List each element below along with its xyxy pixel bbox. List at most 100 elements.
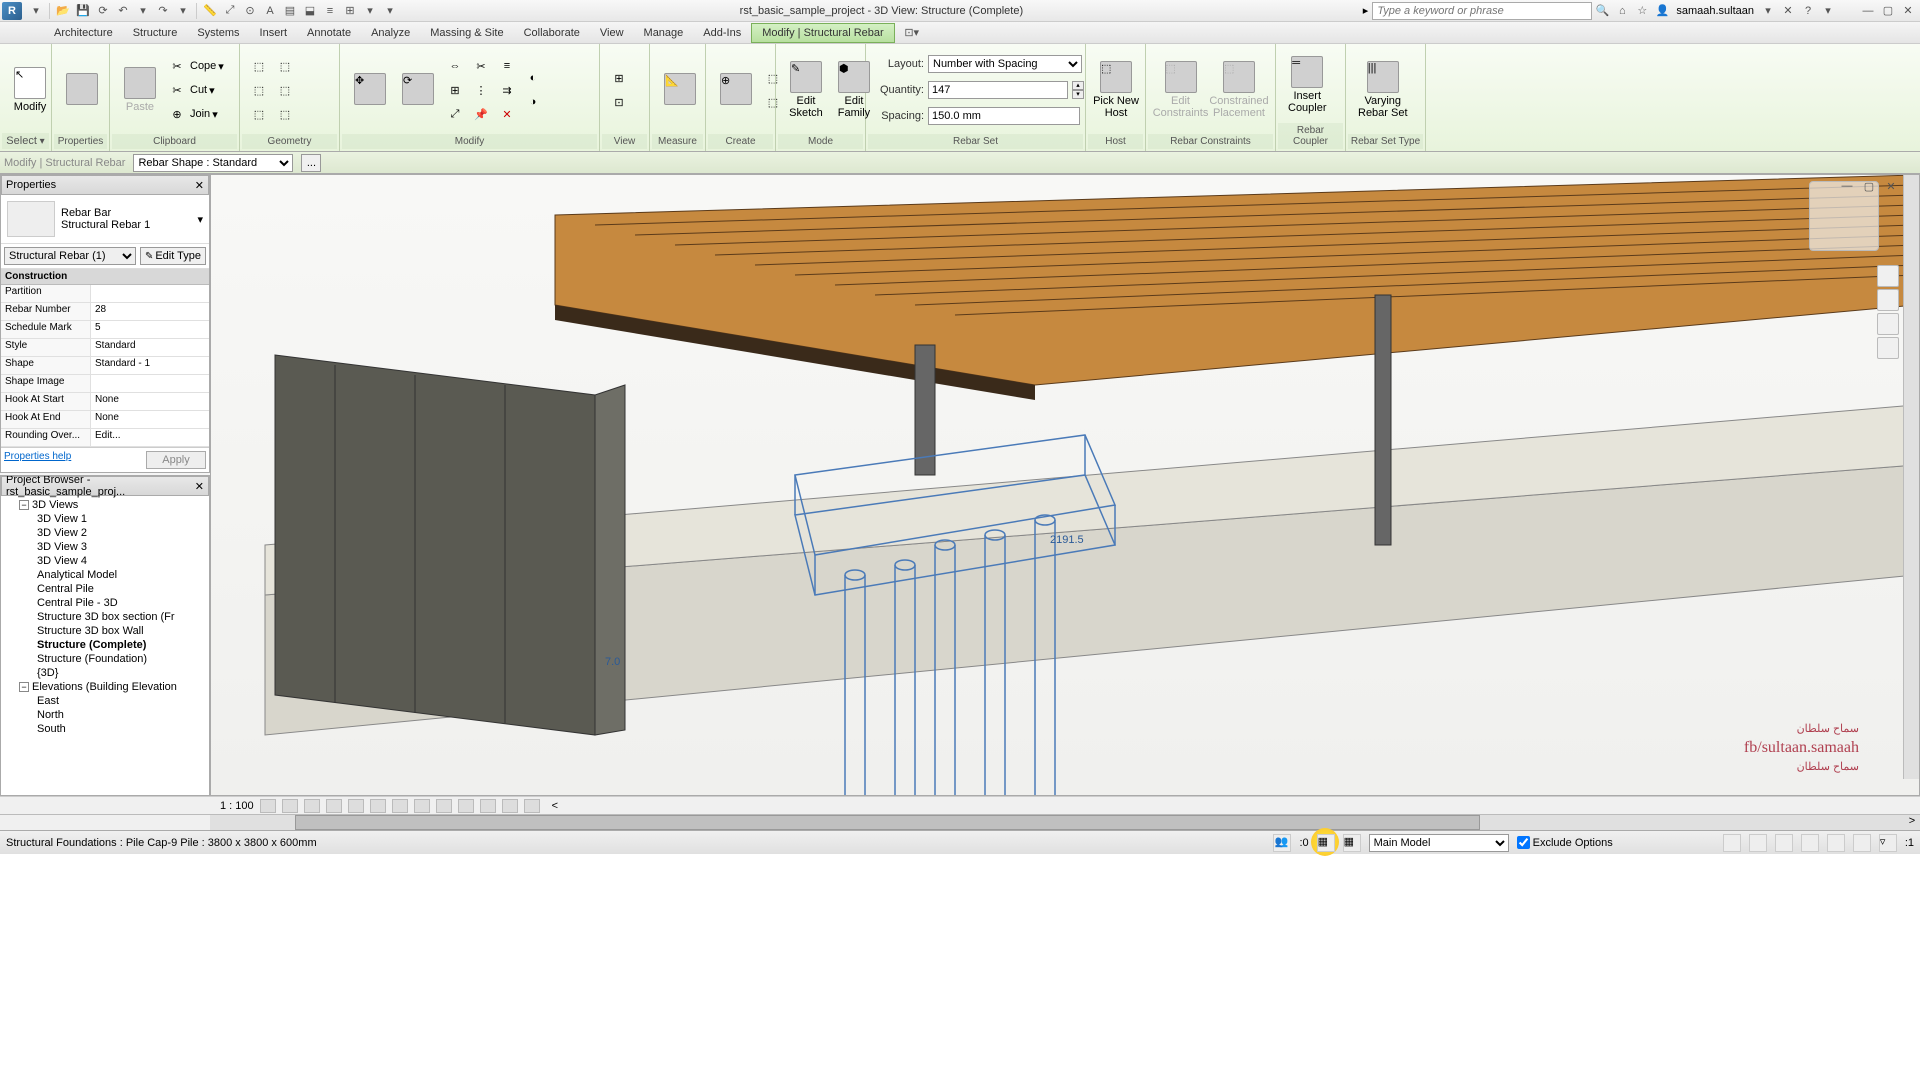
vertical-scrollbar[interactable] (1903, 175, 1919, 779)
close-button[interactable]: ✕ (1899, 2, 1917, 20)
edit-sketch-button[interactable]: ✎Edit Sketch (784, 57, 828, 123)
tree-view-item[interactable]: {3D} (3, 666, 207, 680)
orbit-icon[interactable] (1877, 337, 1899, 359)
properties-header[interactable]: Properties✕ (1, 175, 209, 195)
quantity-spinner[interactable]: ▴▾ (1072, 81, 1084, 99)
scale-button[interactable]: ⤢ (444, 103, 466, 125)
move-button[interactable]: ✥ (348, 69, 392, 111)
cope-button[interactable]: ✂ (166, 55, 188, 77)
horizontal-scrollbar[interactable]: > (0, 814, 1920, 830)
quantity-input[interactable] (928, 81, 1068, 99)
scale-btn[interactable] (260, 799, 276, 813)
undo-dropdown[interactable]: ▾ (134, 2, 152, 20)
join-button[interactable]: ⊕ (166, 103, 188, 125)
close-windows-icon[interactable]: ⊞ (341, 2, 359, 20)
tab-modify-rebar[interactable]: Modify | Structural Rebar (751, 23, 894, 43)
property-row[interactable]: Rebar Number28 (1, 303, 209, 321)
editable-only-icon[interactable]: ▦ (1317, 834, 1335, 852)
pick-new-host-button[interactable]: ⬚Pick New Host (1094, 57, 1138, 123)
tree-view-item[interactable]: Structure 3D box Wall (3, 624, 207, 638)
geom-btn-3[interactable]: ⬚ (248, 103, 270, 125)
property-row[interactable]: Partition (1, 285, 209, 303)
redo-icon[interactable]: ↷ (154, 2, 172, 20)
sync-icon[interactable]: ⟳ (94, 2, 112, 20)
tree-elevations[interactable]: −Elevations (Building Elevation (3, 680, 207, 694)
app-menu-dropdown[interactable]: ▾ (27, 2, 45, 20)
favorite-icon[interactable]: ☆ (1633, 2, 1651, 20)
background-icon[interactable] (1853, 834, 1871, 852)
text-icon[interactable]: A (261, 2, 279, 20)
model-combo[interactable]: Main Model (1369, 834, 1509, 852)
ribbon-expand-icon[interactable]: ⊡▾ (903, 24, 921, 42)
geom-btn-6[interactable]: ⬚ (274, 103, 296, 125)
tab-massing-site[interactable]: Massing & Site (420, 24, 513, 42)
pan-icon[interactable] (1877, 289, 1899, 311)
select-pinned-icon[interactable] (1775, 834, 1793, 852)
hscroll-thumb[interactable] (295, 815, 1481, 830)
tag-icon[interactable]: ⊙ (241, 2, 259, 20)
tab-manage[interactable]: Manage (634, 24, 694, 42)
select-face-icon[interactable] (1801, 834, 1819, 852)
varying-rebar-button[interactable]: |||Varying Rebar Set (1354, 57, 1412, 123)
shape-browse-button[interactable]: ... (301, 154, 321, 172)
section-icon[interactable]: ▤ (281, 2, 299, 20)
detail-level-icon[interactable] (282, 799, 298, 813)
app-logo-icon[interactable]: R (2, 2, 22, 20)
apply-button[interactable]: Apply (146, 451, 206, 469)
view-btn-2[interactable]: ⊡ (608, 91, 630, 113)
signin-icon[interactable]: 👤 (1653, 2, 1671, 20)
default3d-icon[interactable]: ⬓ (301, 2, 319, 20)
browser-header[interactable]: Project Browser - rst_basic_sample_proj.… (1, 476, 209, 496)
analytical-model-icon[interactable] (524, 799, 540, 813)
mirror-button[interactable]: ⇔ (444, 55, 466, 77)
shadows-icon[interactable] (348, 799, 364, 813)
save-icon[interactable]: 💾 (74, 2, 92, 20)
properties-help-link[interactable]: Properties help (4, 451, 71, 469)
scroll-left-icon[interactable]: < (552, 800, 558, 812)
tree-view-item[interactable]: Structure (Complete) (3, 638, 207, 652)
collapse-icon[interactable]: − (19, 682, 29, 692)
tree-elev-item[interactable]: South (3, 722, 207, 736)
tree-view-item[interactable]: 3D View 4 (3, 554, 207, 568)
tree-view-item[interactable]: 3D View 3 (3, 540, 207, 554)
infocenter-arrow-icon[interactable]: ▸ (1363, 4, 1369, 17)
tab-structure[interactable]: Structure (123, 24, 188, 42)
collapse-icon[interactable]: − (19, 500, 29, 510)
property-row[interactable]: ShapeStandard - 1 (1, 357, 209, 375)
geom-btn-1[interactable]: ⬚ (248, 55, 270, 77)
switch-windows-icon[interactable]: ▾ (361, 2, 379, 20)
tree-elev-item[interactable]: North (3, 708, 207, 722)
properties-button[interactable] (60, 69, 104, 111)
view-maximize-icon[interactable]: ▢ (1860, 177, 1878, 195)
tree-3dviews[interactable]: −3D Views (3, 498, 207, 512)
tab-view[interactable]: View (590, 24, 634, 42)
create-button[interactable]: ⊕ (714, 69, 758, 111)
delete-button[interactable]: ✕ (496, 103, 518, 125)
tree-view-item[interactable]: 3D View 1 (3, 512, 207, 526)
minimize-button[interactable]: — (1859, 2, 1877, 20)
tab-systems[interactable]: Systems (187, 24, 249, 42)
crop-icon[interactable] (392, 799, 408, 813)
temp-hide-icon[interactable] (458, 799, 474, 813)
help-dropdown[interactable]: ▾ (1819, 2, 1837, 20)
tree-view-item[interactable]: Structure 3D box section (Fr (3, 610, 207, 624)
worksharing-display-icon[interactable] (502, 799, 518, 813)
steering-wheel-icon[interactable] (1877, 265, 1899, 287)
tab-collaborate[interactable]: Collaborate (514, 24, 590, 42)
drag-elements-icon[interactable] (1827, 834, 1845, 852)
spacing-input[interactable] (928, 107, 1080, 125)
property-row[interactable]: Schedule Mark5 (1, 321, 209, 339)
geom-btn-5[interactable]: ⬚ (274, 79, 296, 101)
tree-view-item[interactable]: 3D View 2 (3, 526, 207, 540)
trim-button[interactable]: ✂ (470, 55, 492, 77)
type-dropdown-icon[interactable]: ▾ (197, 213, 203, 226)
split-button[interactable]: ⋮ (470, 79, 492, 101)
visual-style-icon[interactable] (304, 799, 320, 813)
mod-btn-b[interactable]: ◑ (522, 91, 544, 113)
dimension-icon[interactable]: ⤢ (221, 2, 239, 20)
props-category[interactable]: Construction (1, 269, 209, 285)
view-close-icon[interactable]: ✕ (1882, 177, 1900, 195)
properties-close-icon[interactable]: ✕ (195, 179, 204, 192)
tab-analyze[interactable]: Analyze (361, 24, 420, 42)
3d-viewport[interactable]: 2191.5 7.0 سماح سلطان fb/sultaan.samaah … (210, 174, 1920, 796)
